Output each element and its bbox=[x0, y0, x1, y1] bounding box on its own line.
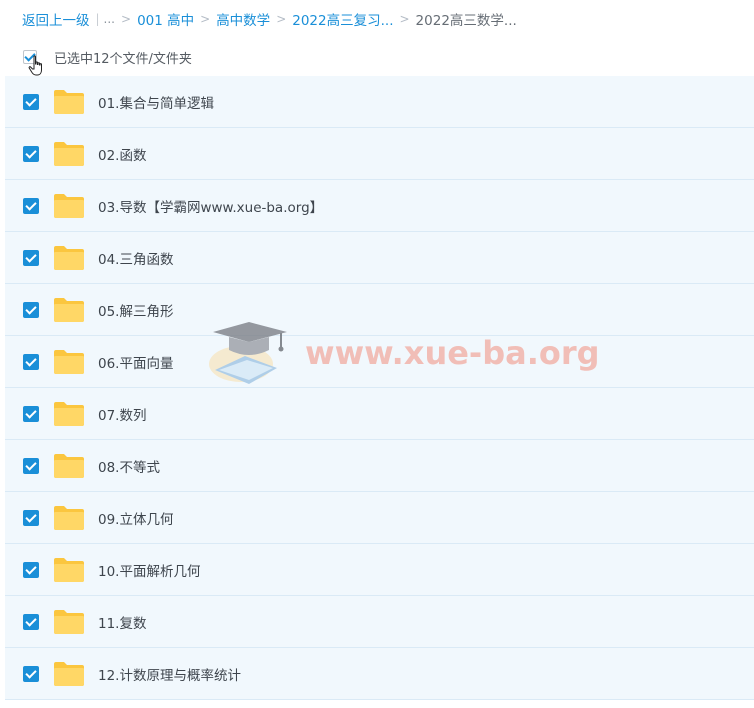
file-name[interactable]: 10.平面解析几何 bbox=[98, 560, 200, 580]
file-row[interactable]: 09.立体几何 bbox=[5, 492, 754, 544]
breadcrumb-current: 2022高三数学... bbox=[415, 13, 517, 29]
row-checkbox[interactable] bbox=[23, 146, 39, 162]
file-browser-page: 返回上一级 | ... > 001 高中 > 高中数学 > 2022高三复习..… bbox=[0, 0, 754, 708]
row-checkbox[interactable] bbox=[23, 406, 39, 422]
file-list: 01.集合与简单逻辑 02.函数 03.导数【学霸网www.xue-ba.org… bbox=[5, 76, 754, 700]
file-row[interactable]: 07.数列 bbox=[5, 388, 754, 440]
row-checkbox[interactable] bbox=[23, 562, 39, 578]
row-checkbox[interactable] bbox=[23, 614, 39, 630]
folder-icon bbox=[54, 402, 84, 426]
file-name[interactable]: 08.不等式 bbox=[98, 456, 160, 476]
selection-count-text: 已选中12个文件/文件夹 bbox=[54, 51, 192, 67]
file-row[interactable]: 05.解三角形 bbox=[5, 284, 754, 336]
folder-icon bbox=[54, 194, 84, 218]
file-row[interactable]: 10.平面解析几何 bbox=[5, 544, 754, 596]
folder-icon bbox=[54, 246, 84, 270]
folder-icon bbox=[54, 558, 84, 582]
row-checkbox[interactable] bbox=[23, 302, 39, 318]
file-name[interactable]: 03.导数【学霸网www.xue-ba.org】 bbox=[98, 196, 323, 216]
breadcrumb-separator: > bbox=[276, 12, 287, 26]
row-checkbox[interactable] bbox=[23, 250, 39, 266]
row-checkbox[interactable] bbox=[23, 94, 39, 110]
file-row[interactable]: 12.计数原理与概率统计 bbox=[5, 648, 754, 700]
select-all-checkbox[interactable] bbox=[23, 50, 42, 76]
breadcrumb: 返回上一级 | ... > 001 高中 > 高中数学 > 2022高三复习..… bbox=[22, 9, 517, 29]
breadcrumb-separator: > bbox=[121, 12, 132, 26]
folder-icon bbox=[54, 454, 84, 478]
breadcrumb-divider: | bbox=[95, 12, 100, 26]
file-name[interactable]: 04.三角函数 bbox=[98, 248, 173, 268]
folder-icon bbox=[54, 90, 84, 114]
file-name[interactable]: 11.复数 bbox=[98, 612, 146, 632]
breadcrumb-separator: > bbox=[200, 12, 211, 26]
file-row[interactable]: 02.函数 bbox=[5, 128, 754, 180]
selection-bar: 已选中12个文件/文件夹 bbox=[23, 47, 192, 76]
file-row[interactable]: 11.复数 bbox=[5, 596, 754, 648]
folder-icon bbox=[54, 298, 84, 322]
folder-icon bbox=[54, 506, 84, 530]
file-name[interactable]: 09.立体几何 bbox=[98, 508, 173, 528]
file-row[interactable]: 08.不等式 bbox=[5, 440, 754, 492]
row-checkbox[interactable] bbox=[23, 666, 39, 682]
breadcrumb-item-001[interactable]: 001 高中 bbox=[137, 9, 194, 29]
folder-icon bbox=[54, 350, 84, 374]
file-name[interactable]: 01.集合与简单逻辑 bbox=[98, 92, 214, 112]
file-name[interactable]: 05.解三角形 bbox=[98, 300, 173, 320]
folder-icon bbox=[54, 142, 84, 166]
file-name[interactable]: 06.平面向量 bbox=[98, 352, 173, 372]
file-name[interactable]: 07.数列 bbox=[98, 404, 146, 424]
file-row[interactable]: 04.三角函数 bbox=[5, 232, 754, 284]
row-checkbox[interactable] bbox=[23, 458, 39, 474]
folder-icon bbox=[54, 662, 84, 686]
breadcrumb-item-math[interactable]: 高中数学 bbox=[216, 9, 270, 29]
row-checkbox[interactable] bbox=[23, 354, 39, 370]
hand-cursor-icon bbox=[28, 55, 42, 76]
folder-icon bbox=[54, 610, 84, 634]
file-row[interactable]: 06.平面向量 bbox=[5, 336, 754, 388]
file-row[interactable]: 03.导数【学霸网www.xue-ba.org】 bbox=[5, 180, 754, 232]
row-checkbox[interactable] bbox=[23, 198, 39, 214]
breadcrumb-separator: > bbox=[399, 12, 410, 26]
file-row[interactable]: 01.集合与简单逻辑 bbox=[5, 76, 754, 128]
breadcrumb-back-link[interactable]: 返回上一级 bbox=[22, 9, 90, 29]
row-checkbox[interactable] bbox=[23, 510, 39, 526]
breadcrumb-ellipsis[interactable]: ... bbox=[104, 12, 115, 26]
file-name[interactable]: 02.函数 bbox=[98, 144, 146, 164]
file-name[interactable]: 12.计数原理与概率统计 bbox=[98, 664, 241, 684]
breadcrumb-item-review[interactable]: 2022高三复习... bbox=[292, 9, 393, 29]
